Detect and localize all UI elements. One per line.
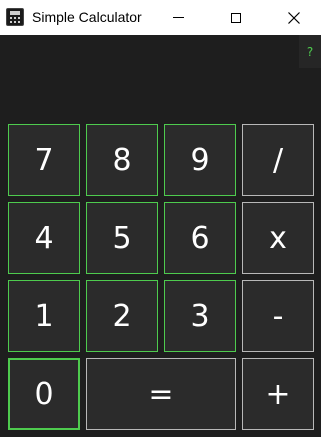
key-4[interactable]: 4: [8, 202, 80, 274]
subtract-button[interactable]: -: [242, 280, 314, 352]
key-9[interactable]: 9: [164, 124, 236, 196]
calculator-window: Simple Calculator ? 7 8 9 / 4 5 6 x 1 2 …: [0, 0, 321, 437]
title-bar[interactable]: Simple Calculator: [0, 0, 321, 35]
close-icon: [288, 11, 300, 24]
key-7[interactable]: 7: [8, 124, 80, 196]
key-6[interactable]: 6: [164, 202, 236, 274]
maximize-button[interactable]: [213, 0, 259, 35]
key-1[interactable]: 1: [8, 280, 80, 352]
minimize-icon: [172, 17, 184, 18]
multiply-button[interactable]: x: [242, 202, 314, 274]
key-2[interactable]: 2: [86, 280, 158, 352]
divide-button[interactable]: /: [242, 124, 314, 196]
result-display: [8, 70, 313, 116]
key-8[interactable]: 8: [86, 124, 158, 196]
minimize-button[interactable]: [155, 0, 201, 35]
key-0[interactable]: 0: [8, 358, 80, 430]
calculator-icon: [6, 8, 24, 26]
close-button[interactable]: [271, 0, 317, 35]
key-5[interactable]: 5: [86, 202, 158, 274]
equals-button[interactable]: =: [86, 358, 236, 430]
help-button[interactable]: ?: [299, 35, 321, 68]
maximize-icon: [231, 12, 241, 23]
window-title: Simple Calculator: [32, 9, 142, 25]
add-button[interactable]: +: [242, 358, 314, 430]
key-3[interactable]: 3: [164, 280, 236, 352]
